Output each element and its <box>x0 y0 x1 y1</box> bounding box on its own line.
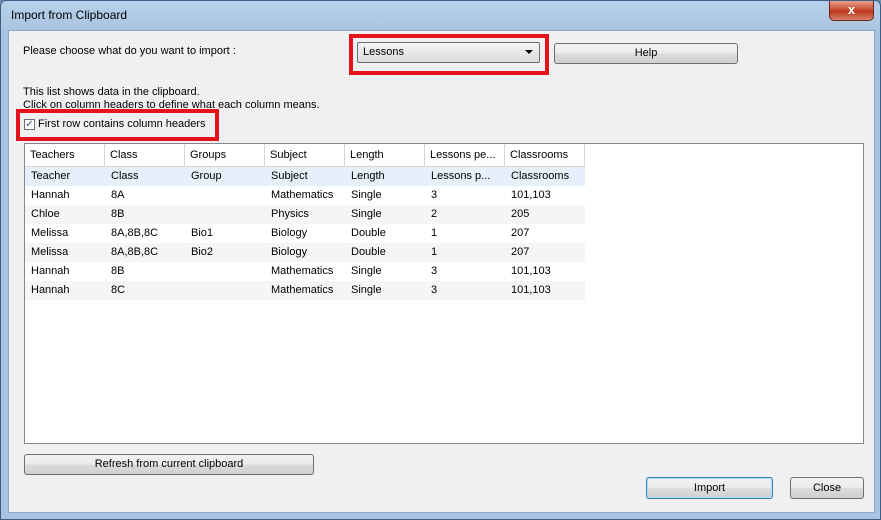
table-cell: Double <box>351 227 386 239</box>
table-cell: 205 <box>511 208 530 220</box>
table-cell: 207 <box>511 227 530 239</box>
table-cell: 8C <box>111 284 126 296</box>
table-row[interactable]: Chloe 8B Physics Single 2 205 <box>25 205 585 224</box>
table-cell: Group <box>191 170 222 182</box>
table-row[interactable]: Melissa 8A,8B,8C Bio1 Biology Double 1 207 <box>25 224 585 243</box>
table-cell: 8A,8B,8C <box>111 227 159 239</box>
table-cell: Subject <box>271 170 308 182</box>
table-cell: 1 <box>431 227 438 239</box>
table-cell: Single <box>351 265 382 277</box>
table-cell: Hannah <box>31 265 70 277</box>
dialog-window: Import from Clipboard x Please choose wh… <box>0 0 881 520</box>
table-cell: Melissa <box>31 246 69 258</box>
dialog-client-area: Please choose what do you want to import… <box>8 30 875 513</box>
table-cell: 8B <box>111 208 125 220</box>
table-row[interactable]: Hannah 8B Mathematics Single 3 101,103 <box>25 262 585 281</box>
table-cell: Biology <box>271 246 308 258</box>
table-cell: Single <box>351 208 382 220</box>
table-cell <box>185 186 265 205</box>
table-cell: Double <box>351 246 386 258</box>
column-header-lessons-per-week[interactable]: Lessons pe... <box>425 144 505 167</box>
table-cell <box>185 281 265 300</box>
first-row-headers-checkbox[interactable]: ✓ <box>24 119 35 130</box>
column-header-groups[interactable]: Groups <box>185 144 265 167</box>
help-button[interactable]: Help <box>554 43 738 64</box>
window-close-button[interactable]: x <box>829 1 874 21</box>
table-cell: Class <box>111 170 139 182</box>
close-icon: x <box>847 2 856 17</box>
table-cell: Physics <box>271 208 309 220</box>
table-row[interactable]: Melissa 8A,8B,8C Bio2 Biology Double 1 207 <box>25 243 585 262</box>
chevron-down-icon <box>525 50 533 54</box>
table-cell: Single <box>351 189 382 201</box>
table-cell: Biology <box>271 227 308 239</box>
import-button[interactable]: Import <box>646 477 773 499</box>
table-cell <box>185 205 265 224</box>
table-cell: 8B <box>111 265 125 277</box>
close-button[interactable]: Close <box>790 477 864 499</box>
table-cell: Bio1 <box>191 227 214 239</box>
import-type-value: Lessons <box>363 46 404 58</box>
table-header-row: Teachers Class Groups Subject Length Les… <box>25 144 585 167</box>
table-cell: 3 <box>431 284 438 296</box>
window-title: Import from Clipboard <box>11 8 128 22</box>
table-cell: Mathematics <box>271 265 334 277</box>
table-cell: 3 <box>431 265 438 277</box>
table-cell: 101,103 <box>511 265 551 277</box>
first-row-headers-label[interactable]: First row contains column headers <box>38 118 206 130</box>
column-header-classrooms[interactable]: Classrooms <box>505 144 585 167</box>
table-cell <box>185 262 265 281</box>
table-cell: 207 <box>511 246 530 258</box>
table-row[interactable]: Teacher Class Group Subject Length Lessons p.… <box>25 167 585 186</box>
column-header-subject[interactable]: Subject <box>265 144 345 167</box>
table-cell: Lessons p... <box>431 170 491 182</box>
table-cell: Teacher <box>31 170 71 182</box>
table-cell: 3 <box>431 189 438 201</box>
table-cell: Hannah <box>31 189 70 201</box>
import-type-dropdown[interactable]: Lessons <box>357 42 540 63</box>
info-text-line1: This list shows data in the clipboard. <box>23 86 200 98</box>
table-cell: Single <box>351 284 382 296</box>
table-cell: Hannah <box>31 284 70 296</box>
table-cell: Mathematics <box>271 189 334 201</box>
table-cell: 101,103 <box>511 284 551 296</box>
column-header-class[interactable]: Class <box>105 144 185 167</box>
table-cell: 101,103 <box>511 189 551 201</box>
table-cell: Length <box>351 170 385 182</box>
table-cell: Classrooms <box>511 170 570 182</box>
clipboard-data-table[interactable]: Teachers Class Groups Subject Length Les… <box>24 143 864 444</box>
column-header-length[interactable]: Length <box>345 144 425 167</box>
table-cell: 1 <box>431 246 438 258</box>
table-cell: Mathematics <box>271 284 334 296</box>
table-cell: 8A,8B,8C <box>111 246 159 258</box>
table-cell: Chloe <box>31 208 60 220</box>
column-header-teachers[interactable]: Teachers <box>25 144 105 167</box>
table-cell: 2 <box>431 208 438 220</box>
table-row[interactable]: Hannah 8C Mathematics Single 3 101,103 <box>25 281 585 300</box>
table-cell: 8A <box>111 189 125 201</box>
import-prompt-label: Please choose what do you want to import… <box>23 45 236 57</box>
table-row[interactable]: Hannah 8A Mathematics Single 3 101,103 <box>25 186 585 205</box>
table-cell: Melissa <box>31 227 69 239</box>
refresh-clipboard-button[interactable]: Refresh from current clipboard <box>24 454 314 475</box>
table-cell: Bio2 <box>191 246 214 258</box>
